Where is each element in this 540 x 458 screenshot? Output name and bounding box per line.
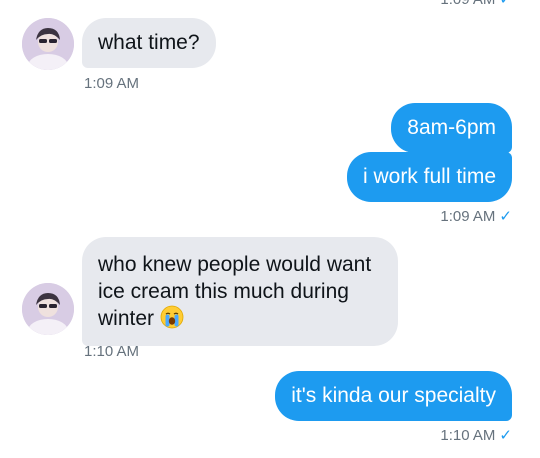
message-timestamp: 1:09 AM [84,75,140,92]
message-bubble-sent[interactable]: 8am-6pm [391,103,512,153]
read-check-icon: ✓ [499,0,512,8]
loudly-crying-face-icon [160,305,184,329]
avatar[interactable] [22,283,74,335]
message-bubble-sent[interactable]: i work full time [346,152,512,202]
timestamp-partial: 1:09 AM✓ [440,0,512,9]
message-bubble-received[interactable]: what time? [82,18,216,68]
dm-conversation: 1:09 AM✓ what time? 1:09 AM 8am-6pm i wo… [0,0,540,458]
message-bubble-received[interactable]: who knew people would want ice cream thi… [82,237,398,346]
message-bubble-sent[interactable]: it's kinda our specialty [275,371,512,421]
message-timestamp: 1:09 AM ✓ [440,208,512,225]
avatar[interactable] [22,18,74,70]
message-timestamp: 1:10 AM [84,343,140,360]
avatar-image [22,283,74,335]
message-timestamp: 1:10 AM ✓ [440,427,512,444]
read-check-icon: ✓ [499,427,512,444]
read-check-icon: ✓ [499,208,512,225]
avatar-image [22,18,74,70]
